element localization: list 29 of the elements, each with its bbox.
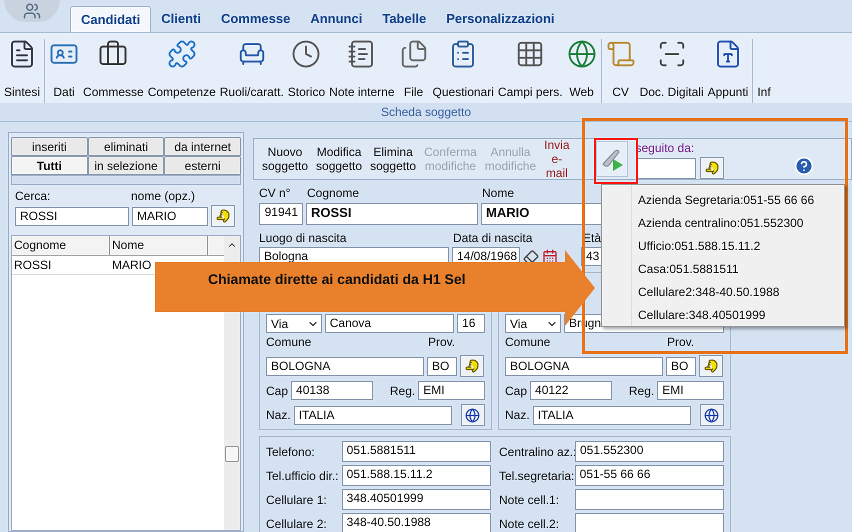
field-label: Cap [266,382,288,400]
field-label: Naz. [266,407,291,424]
field-label: Comune [266,334,312,351]
field-label: Note cell.2: [499,516,560,532]
field-label: Centralino az.: [499,444,575,460]
field-label: Prov. [428,334,456,351]
field-label: Reg. [628,382,654,400]
ribbon-group-label: Scheda soggetto [380,104,472,121]
field-label: Prov. [667,334,694,351]
field-label: Nome [482,185,514,202]
field-label: Data di nascita [453,230,534,247]
table-cell-text: ROSSI [13,257,52,274]
field-label: Cap [505,382,528,400]
field-label: Telefono: [266,444,316,460]
field-label: nome (opz.) [131,188,196,205]
field-label: CV n° [259,185,292,202]
field-label: Cognome [307,185,360,202]
field-label: Naz. [505,407,530,424]
field-label: Cellulare 2: [266,516,328,532]
table-cell-text: MARIO [111,257,152,274]
field-label: Comune [505,334,552,351]
field-label: Luogo di nascita [259,230,348,247]
field-label: Cellulare 1: [266,492,328,508]
field-label: Cerca: [15,188,52,205]
field-label: Tel.segretaria: [499,468,575,484]
field-label: Note cell.1: [499,492,560,508]
callout-text: Chiamate dirette ai candidati da H1 Sel [208,270,466,289]
field-label: Tel.ufficio dir.: [266,468,340,484]
field-label: Reg. [390,382,416,400]
